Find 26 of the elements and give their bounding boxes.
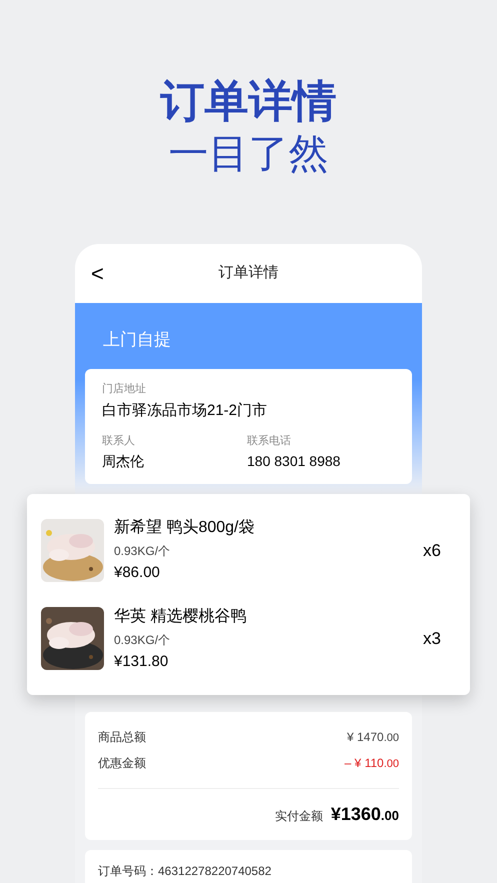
- phone-label: 联系电话: [247, 434, 292, 448]
- summary-label: 商品总额: [98, 729, 146, 746]
- product-price: ¥131.80: [114, 652, 170, 672]
- total-label: 实付金额: [274, 808, 323, 825]
- back-button[interactable]: <: [91, 262, 104, 284]
- contact-label: 联系人: [102, 434, 136, 448]
- headline-subtitle: 一目了然: [168, 130, 328, 179]
- product-quantity: x6: [423, 540, 441, 562]
- phone-number: 180 8301 8988: [247, 452, 340, 471]
- headline-title: 订单详情: [160, 76, 336, 128]
- address-text: 白市驿冻品市场21-2门市: [102, 401, 268, 421]
- total-amount: ¥1360.00: [330, 803, 399, 826]
- product-quantity: x3: [423, 628, 441, 650]
- product-name: 华英 精选樱桃谷鸭: [114, 606, 248, 626]
- product-name: 新希望 鸭头800g/袋: [114, 518, 256, 538]
- order-number: 订单号码：46312278220740582: [98, 863, 272, 880]
- product-spec: 0.93KG/个: [114, 632, 172, 648]
- address-label: 门店地址: [102, 382, 147, 396]
- product-spec: 0.93KG/个: [114, 543, 172, 560]
- product-price: ¥86.00: [114, 563, 161, 583]
- summary-value: ¥ 1470.00: [347, 728, 399, 746]
- nav-title: 订单详情: [218, 263, 278, 284]
- pickup-title: 上门自提: [102, 329, 172, 351]
- summary-value: – ¥ 110.00: [344, 754, 399, 772]
- summary-label: 优惠金额: [98, 755, 146, 772]
- contact-name: 周杰伦: [102, 452, 145, 471]
